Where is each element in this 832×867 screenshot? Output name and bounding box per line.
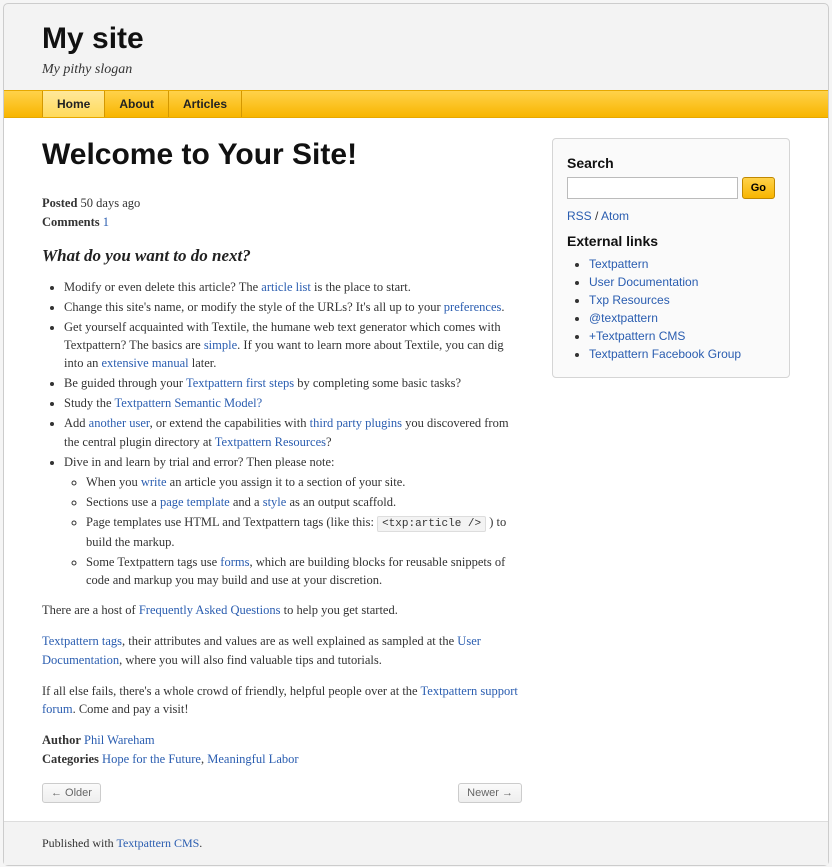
link-textpattern-cms[interactable]: Textpattern CMS [116, 836, 199, 850]
code-snippet: <txp:article /> [377, 516, 486, 532]
link-another-user[interactable]: another user [89, 416, 150, 430]
link-style[interactable]: style [263, 495, 287, 509]
link-author[interactable]: Phil Wareham [84, 733, 155, 747]
newer-button[interactable]: Newer → [458, 783, 522, 803]
nav-item-about[interactable]: About [104, 91, 168, 117]
list-item: Modify or even delete this article? The … [64, 278, 522, 296]
ext-link[interactable]: @textpattern [589, 311, 658, 325]
list-item: Sections use a page template and a style… [86, 493, 522, 511]
list-item: Textpattern [589, 255, 775, 273]
list-item: Study the Textpattern Semantic Model? [64, 394, 522, 412]
main-content: Welcome to Your Site! Posted 50 days ago… [42, 138, 522, 821]
link-atom[interactable]: Atom [601, 209, 629, 223]
list-item: User Documentation [589, 273, 775, 291]
site-footer: Published with Textpattern CMS. [4, 821, 828, 865]
paragraph: Textpattern tags, their attributes and v… [42, 632, 522, 670]
ext-link[interactable]: Txp Resources [589, 293, 670, 307]
comments-label: Comments [42, 215, 100, 229]
external-links-list: Textpattern User Documentation Txp Resou… [567, 255, 775, 363]
ext-link[interactable]: Textpattern Facebook Group [589, 347, 741, 361]
link-txp-resources[interactable]: Textpattern Resources [215, 435, 326, 449]
comments-count-link[interactable]: 1 [103, 215, 109, 229]
list-item: Change this site's name, or modify the s… [64, 298, 522, 316]
list-item: Textpattern Facebook Group [589, 345, 775, 363]
list-item: Txp Resources [589, 291, 775, 309]
article-list: Modify or even delete this article? The … [42, 278, 522, 590]
pagination: ← Older Newer → [42, 783, 522, 803]
list-item: Some Textpattern tags use forms, which a… [86, 553, 522, 589]
link-faq[interactable]: Frequently Asked Questions [139, 603, 281, 617]
sidebar: Search Go RSS / Atom External links Text… [552, 138, 790, 821]
search-input[interactable] [567, 177, 738, 199]
search-go-button[interactable]: Go [742, 177, 775, 199]
paragraph: There are a host of Frequently Asked Que… [42, 601, 522, 620]
ext-link[interactable]: User Documentation [589, 275, 698, 289]
link-write[interactable]: write [141, 475, 167, 489]
link-forms[interactable]: forms [220, 555, 249, 569]
link-page-template[interactable]: page template [160, 495, 230, 509]
author-label: Author [42, 733, 81, 747]
search-heading: Search [567, 155, 775, 171]
article-meta: Posted 50 days ago Comments 1 [42, 194, 522, 232]
link-txp-tags[interactable]: Textpattern tags [42, 634, 122, 648]
external-links-heading: External links [567, 233, 775, 249]
posted-label: Posted [42, 196, 77, 210]
link-extensive-manual[interactable]: extensive manual [102, 356, 189, 370]
posted-value: 50 days ago [81, 196, 141, 210]
list-item: When you write an article you assign it … [86, 473, 522, 491]
list-item: Dive in and learn by trial and error? Th… [64, 453, 522, 590]
link-third-party-plugins[interactable]: third party plugins [310, 416, 402, 430]
list-item: Get yourself acquainted with Textile, th… [64, 318, 522, 372]
ext-link[interactable]: +Textpattern CMS [589, 329, 685, 343]
categories-label: Categories [42, 752, 99, 766]
site-slogan: My pithy slogan [42, 62, 790, 78]
link-article-list[interactable]: article list [261, 280, 311, 294]
link-semantic-model[interactable]: Textpattern Semantic Model? [114, 396, 262, 410]
link-simple[interactable]: simple [204, 338, 237, 352]
article-subheading: What do you want to do next? [42, 246, 522, 266]
link-category[interactable]: Meaningful Labor [207, 752, 298, 766]
link-category[interactable]: Hope for the Future [102, 752, 201, 766]
site-header: My site My pithy slogan [4, 4, 828, 90]
older-button[interactable]: ← Older [42, 783, 101, 803]
link-rss[interactable]: RSS [567, 209, 592, 223]
nav-item-articles[interactable]: Articles [168, 91, 242, 117]
link-first-steps[interactable]: Textpattern first steps [186, 376, 294, 390]
list-item: Page templates use HTML and Textpattern … [86, 513, 522, 551]
site-title: My site [42, 22, 790, 56]
list-item: Add another user, or extend the capabili… [64, 414, 522, 450]
ext-link[interactable]: Textpattern [589, 257, 648, 271]
article-title: Welcome to Your Site! [42, 138, 522, 172]
list-item: Be guided through your Textpattern first… [64, 374, 522, 392]
paragraph: If all else fails, there's a whole crowd… [42, 682, 522, 720]
main-nav: Home About Articles [4, 90, 828, 118]
nav-item-home[interactable]: Home [42, 91, 104, 117]
article-footer-meta: Author Phil Wareham Categories Hope for … [42, 731, 522, 769]
list-item: +Textpattern CMS [589, 327, 775, 345]
list-item: @textpattern [589, 309, 775, 327]
link-preferences[interactable]: preferences [444, 300, 502, 314]
